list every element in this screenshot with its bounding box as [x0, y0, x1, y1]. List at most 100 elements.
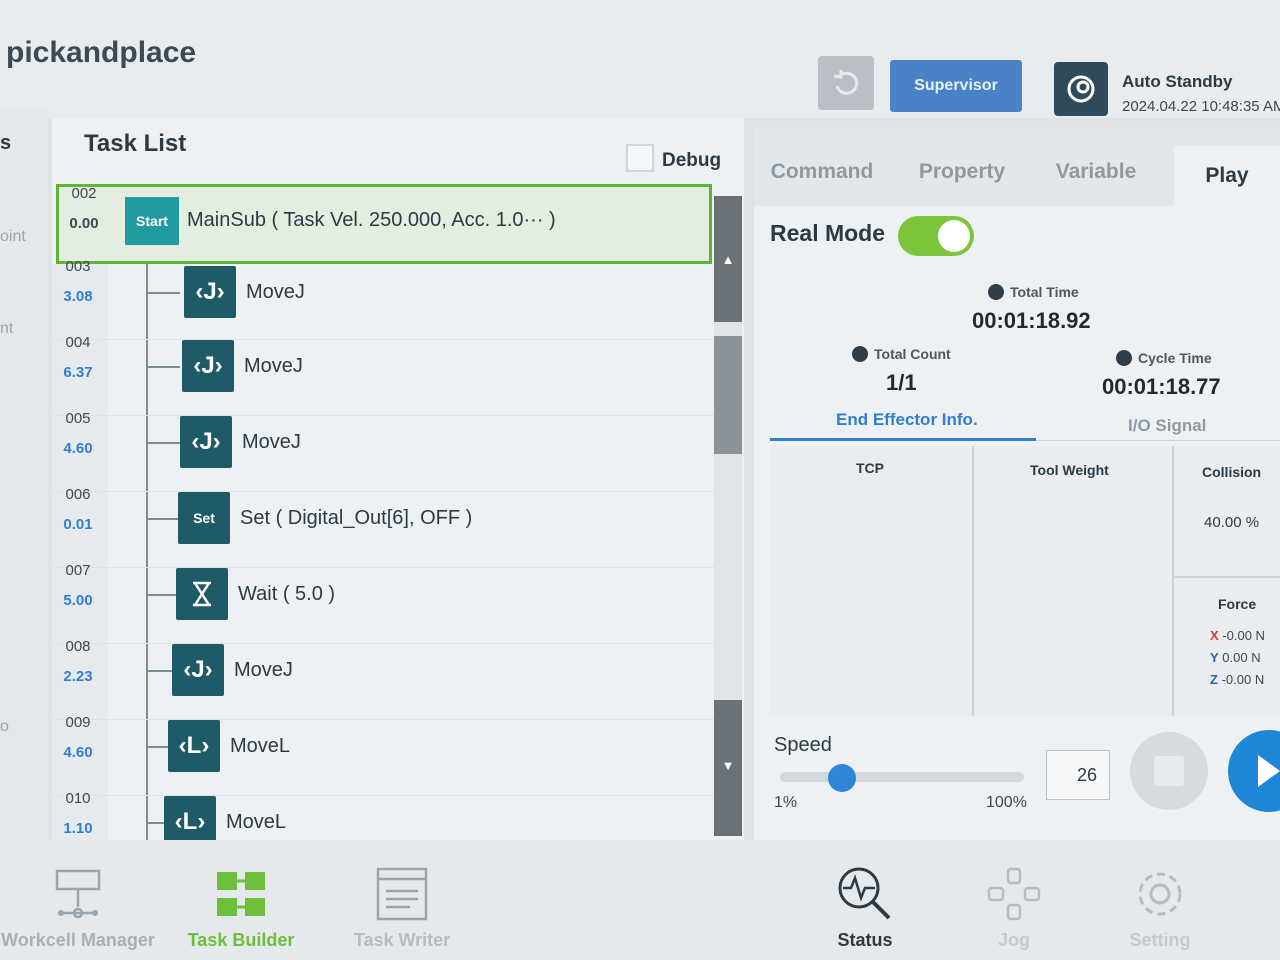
tab-variable[interactable]: Variable	[1030, 142, 1162, 202]
supervisor-button[interactable]: Supervisor	[890, 60, 1022, 112]
total-count-value: 1/1	[886, 370, 917, 395]
nav-setting[interactable]: Setting	[1118, 840, 1202, 960]
row-number: 005	[65, 410, 91, 427]
task-row[interactable]: 007 5.00 Wait ( 5.0 )	[52, 562, 714, 644]
toggle-knob	[938, 220, 970, 252]
speed-slider-handle[interactable]	[827, 764, 856, 792]
tree-connector	[146, 442, 180, 444]
real-mode-toggle[interactable]	[898, 216, 974, 256]
tree-connector	[146, 366, 180, 368]
status-icon	[835, 864, 895, 924]
task-row[interactable]: 003 3.08 ‹ J › MoveJ	[52, 258, 714, 340]
task-label: MoveL	[226, 811, 287, 833]
force-z: Z -0.00 N	[1210, 672, 1265, 687]
speed-min-label: 1%	[774, 794, 798, 811]
movej-icon: ‹ J ›	[172, 644, 224, 696]
tab-property[interactable]: Property	[894, 142, 1030, 202]
tab-command[interactable]: Command	[754, 142, 890, 202]
nav-workcell-manager[interactable]: Workcell Manager	[0, 840, 156, 960]
workcell-icon	[48, 864, 108, 924]
task-label: MoveJ	[234, 659, 293, 681]
task-row[interactable]: 005 4.60 ‹ J › MoveJ	[52, 410, 714, 492]
gear-icon	[1130, 864, 1190, 924]
movej-icon: ‹ J ›	[180, 416, 232, 468]
tree-connector	[146, 594, 180, 596]
collision-value: 40.00 %	[1204, 514, 1260, 531]
movel-icon: ‹ L ›	[164, 796, 216, 840]
nav-status[interactable]: Status	[822, 840, 908, 960]
task-row[interactable]: 008 2.23 ‹ J › MoveJ	[52, 638, 714, 720]
row-number: 008	[65, 638, 91, 655]
debug-label: Debug	[662, 150, 722, 171]
bottom-navigation: Workcell Manager Task Builder Task Write…	[0, 840, 1280, 960]
scroll-down-button[interactable]: ▼	[714, 700, 742, 836]
nav-label: Workcell Manager	[1, 930, 155, 950]
task-list-scrollbar[interactable]: ▲ ▼	[714, 196, 742, 836]
app-title: pickandplace	[6, 36, 197, 69]
side-panel-label: o	[0, 718, 9, 735]
task-row[interactable]: 006 0.01 Set Set ( Digital_Out[6], OFF )	[52, 486, 714, 568]
row-time: 4.60	[63, 744, 93, 761]
divider	[1174, 576, 1280, 578]
up-arrow-icon: ▲	[721, 252, 735, 267]
speed-max-label: 100%	[986, 794, 1027, 811]
scroll-up-button[interactable]: ▲	[714, 196, 742, 322]
play-icon	[1258, 755, 1280, 787]
row-time: 2.23	[63, 668, 93, 685]
nav-task-writer[interactable]: Task Writer	[340, 840, 464, 960]
force-x: X -0.00 N	[1210, 628, 1265, 643]
task-label: Wait ( 5.0 )	[238, 583, 336, 605]
real-mode-label: Real Mode	[770, 220, 886, 246]
row-time: 6.37	[63, 364, 93, 381]
left-side-panel: s oint nt o	[0, 108, 48, 848]
task-row[interactable]: 004 6.37 ‹ J › MoveJ	[52, 334, 714, 416]
side-panel-label: nt	[0, 320, 14, 337]
debug-checkbox[interactable]	[626, 144, 654, 172]
row-number: 004	[65, 334, 91, 351]
row-time: 0.01	[63, 516, 93, 533]
refresh-icon	[833, 70, 859, 95]
row-number: 003	[65, 258, 91, 275]
nav-label: Status	[837, 930, 893, 950]
speed-input[interactable]: 26	[1046, 750, 1110, 800]
row-number: 009	[65, 714, 91, 731]
nav-task-builder[interactable]: Task Builder	[176, 840, 306, 960]
nav-label: Jog	[997, 930, 1030, 950]
hourglass-icon	[176, 568, 228, 620]
task-row[interactable]: 009 4.60 ‹ L › MoveL	[52, 714, 714, 796]
collision-label: Collision	[1202, 464, 1262, 480]
tab-play[interactable]: Play	[1174, 146, 1280, 206]
stop-button[interactable]	[1130, 732, 1208, 810]
clock-icon	[988, 284, 1004, 300]
tab-end-effector-info[interactable]: End Effector Info.	[836, 410, 978, 430]
total-time-label: Total Time	[988, 284, 1079, 300]
play-button[interactable]	[1228, 730, 1280, 812]
tab-io-signal[interactable]: I/O Signal	[1128, 416, 1206, 436]
task-row-start[interactable]: 002 0.00 Start MainSub ( Task Vel. 250.0…	[56, 184, 712, 264]
reset-button[interactable]	[818, 56, 874, 110]
task-label: MainSub ( Task Vel. 250.000, Acc. 1.0···…	[187, 209, 556, 231]
tcp-label: TCP	[856, 460, 884, 476]
row-time: 0.00	[69, 215, 99, 232]
stop-icon	[1154, 756, 1184, 786]
tree-connector	[146, 518, 180, 520]
nav-jog[interactable]: Jog	[976, 840, 1052, 960]
clock-icon	[1116, 350, 1132, 366]
total-time-value: 00:01:18.92	[972, 308, 1091, 333]
cycle-time-label: Cycle Time	[1116, 350, 1212, 366]
row-time: 4.60	[63, 440, 93, 457]
jog-icon	[984, 864, 1044, 924]
robot-status-icon[interactable]	[1054, 62, 1108, 116]
scroll-thumb[interactable]	[714, 336, 742, 454]
set-icon: Set	[178, 492, 230, 544]
task-row[interactable]: 010 1.10 ‹ L › MoveL	[52, 790, 714, 840]
speed-slider-track[interactable]	[780, 772, 1024, 782]
tool-weight-label: Tool Weight	[1030, 462, 1109, 478]
down-arrow-icon: ▼	[721, 758, 735, 773]
task-label: MoveJ	[242, 431, 301, 453]
task-label: Set ( Digital_Out[6], OFF )	[240, 507, 473, 529]
cycle-time-value: 00:01:18.77	[1102, 374, 1221, 399]
force-label: Force	[1218, 596, 1257, 612]
task-list-panel: Task List Debug 002 0.00 Start MainSub (…	[52, 118, 744, 840]
row-number: 010	[65, 790, 91, 807]
